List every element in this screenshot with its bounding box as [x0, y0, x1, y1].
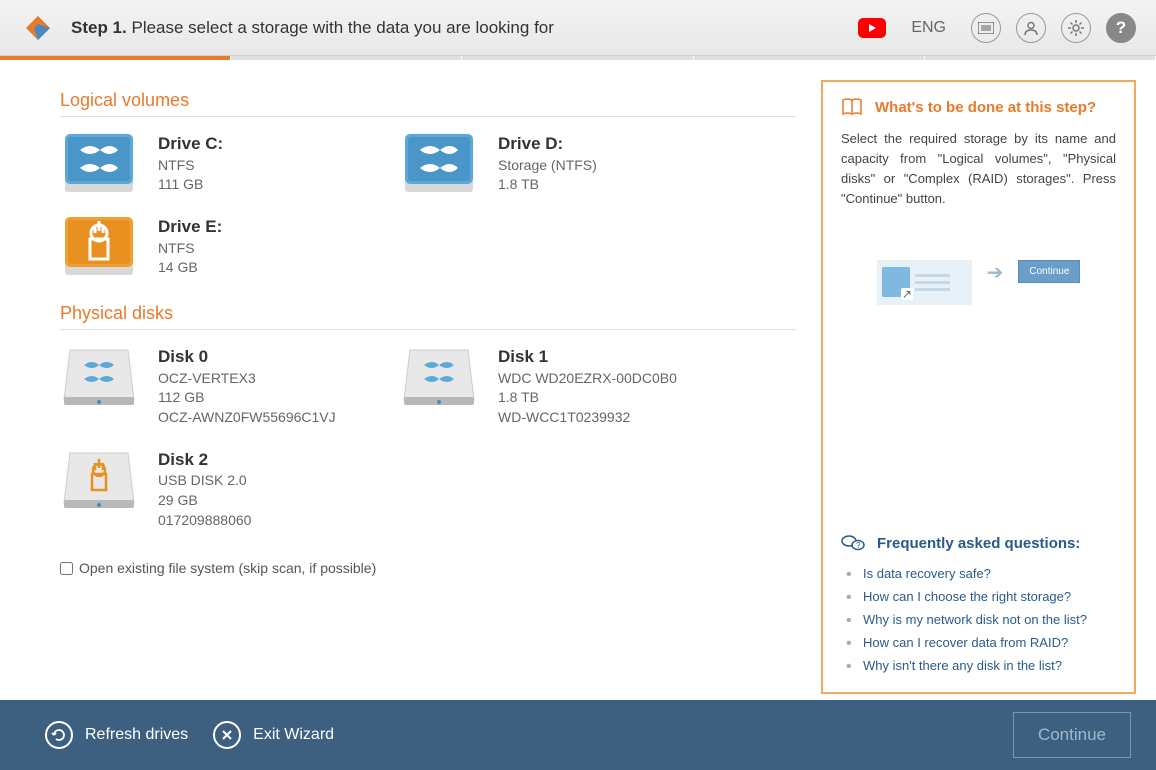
drive-icon: [60, 345, 138, 407]
skip-scan-checkbox[interactable]: Open existing file system (skip scan, if…: [60, 560, 796, 576]
drive-icon: [400, 132, 478, 194]
main-area: Logical volumes Drive C:NTFS111 GBDrive …: [0, 60, 1156, 694]
storage-item[interactable]: Drive D:Storage (NTFS)1.8 TB: [400, 122, 740, 205]
storage-meta: 29 GB: [158, 491, 251, 511]
storage-name: Disk 0: [158, 345, 336, 369]
storage-meta: 1.8 TB: [498, 388, 677, 408]
storage-item[interactable]: Disk 1WDC WD20EZRX-00DC0B01.8 TBWD-WCC1T…: [400, 335, 740, 438]
help-text: Select the required storage by its name …: [841, 129, 1116, 210]
exit-button[interactable]: Exit Wizard: [213, 721, 334, 749]
drive-icon: [400, 345, 478, 407]
storage-name: Disk 2: [158, 448, 251, 472]
faq-link[interactable]: How can I choose the right storage?: [841, 585, 1116, 608]
storage-meta: 017209888060: [158, 511, 251, 531]
svg-text:?: ?: [856, 541, 861, 550]
skip-scan-input[interactable]: [60, 562, 73, 575]
storage-meta: WDC WD20EZRX-00DC0B0: [498, 369, 677, 389]
book-icon: [841, 97, 863, 117]
faq-link[interactable]: Is data recovery safe?: [841, 562, 1116, 585]
step-title: Step 1. Please select a storage with the…: [71, 18, 843, 38]
storage-meta: OCZ-VERTEX3: [158, 369, 336, 389]
help-title: What's to be done at this step?: [875, 99, 1096, 116]
continue-button[interactable]: Continue: [1013, 712, 1131, 758]
footer-bar: Refresh drives Exit Wizard Continue: [0, 700, 1156, 770]
refresh-button[interactable]: Refresh drives: [45, 721, 188, 749]
drive-icon: [60, 448, 138, 510]
storage-item[interactable]: Disk 0OCZ-VERTEX3112 GBOCZ-AWNZ0FW55696C…: [60, 335, 400, 438]
storage-list: Logical volumes Drive C:NTFS111 GBDrive …: [60, 80, 821, 694]
skip-scan-label: Open existing file system (skip scan, if…: [79, 560, 376, 576]
storage-item[interactable]: Drive C:NTFS111 GB: [60, 122, 400, 205]
exit-label: Exit Wizard: [253, 726, 334, 744]
youtube-icon[interactable]: [858, 18, 886, 38]
language-selector[interactable]: ENG: [911, 19, 946, 37]
storage-name: Drive D:: [498, 132, 597, 156]
storage-meta: 111 GB: [158, 175, 223, 195]
storage-name: Disk 1: [498, 345, 677, 369]
section-physical-title: Physical disks: [60, 303, 796, 330]
storage-meta: Storage (NTFS): [498, 156, 597, 176]
storage-meta: USB DISK 2.0: [158, 471, 251, 491]
storage-item[interactable]: Drive E:NTFS14 GB: [60, 205, 400, 288]
storage-item[interactable]: Disk 2USB DISK 2.029 GB017209888060: [60, 438, 400, 541]
progress-bar: [0, 56, 1156, 60]
license-icon[interactable]: [971, 13, 1001, 43]
faq-link[interactable]: Why is my network disk not on the list?: [841, 608, 1116, 631]
faq-title: Frequently asked questions:: [877, 535, 1080, 552]
section-logical-title: Logical volumes: [60, 90, 796, 117]
storage-meta: 112 GB: [158, 388, 336, 408]
faq-icon: ?: [841, 534, 865, 552]
app-logo: [20, 10, 56, 46]
diagram-continue: Continue: [1018, 260, 1080, 283]
storage-meta: NTFS: [158, 239, 222, 259]
faq-link[interactable]: Why isn't there any disk in the list?: [841, 654, 1116, 677]
help-icon[interactable]: ?: [1106, 13, 1136, 43]
storage-meta: OCZ-AWNZ0FW55696C1VJ: [158, 408, 336, 428]
refresh-label: Refresh drives: [85, 726, 188, 744]
close-icon: [213, 721, 241, 749]
help-panel: What's to be done at this step? Select t…: [821, 80, 1136, 694]
storage-name: Drive C:: [158, 132, 223, 156]
storage-meta: 1.8 TB: [498, 175, 597, 195]
settings-icon[interactable]: [1061, 13, 1091, 43]
drive-icon: [60, 215, 138, 277]
drive-icon: [60, 132, 138, 194]
storage-name: Drive E:: [158, 215, 222, 239]
storage-meta: NTFS: [158, 156, 223, 176]
refresh-icon: [45, 721, 73, 749]
storage-meta: WD-WCC1T0239932: [498, 408, 677, 428]
storage-meta: 14 GB: [158, 258, 222, 278]
faq-link[interactable]: How can I recover data from RAID?: [841, 631, 1116, 654]
help-diagram: ➔ Continue: [841, 240, 1116, 489]
user-icon[interactable]: [1016, 13, 1046, 43]
header-bar: Step 1. Please select a storage with the…: [0, 0, 1156, 56]
